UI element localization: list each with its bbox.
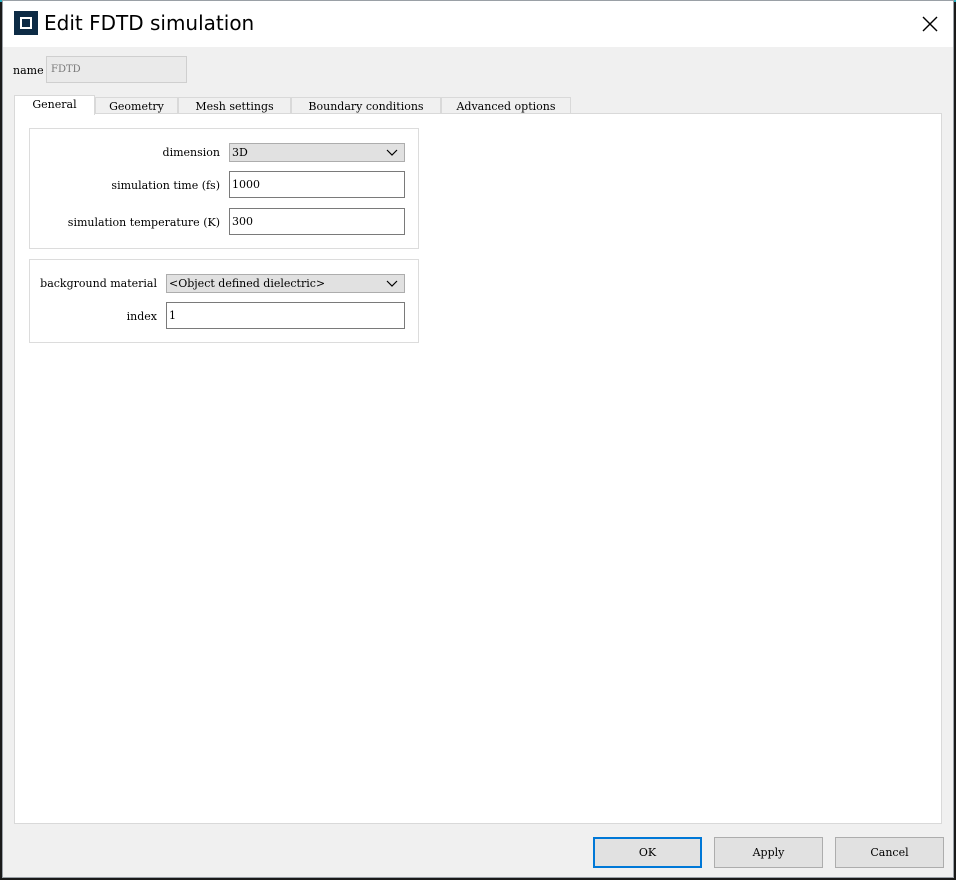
apply-button[interactable]: Apply: [714, 837, 823, 868]
name-label: name: [13, 64, 44, 77]
background-material-value: <Object defined dielectric>: [169, 277, 326, 290]
index-label: index: [126, 310, 157, 323]
tab-general[interactable]: General: [14, 95, 95, 115]
simulation-time-label: simulation time (fs): [111, 179, 220, 192]
simulation-temperature-input[interactable]: [229, 208, 405, 235]
tab-advanced-options[interactable]: Advanced options: [441, 97, 571, 114]
window-title: Edit FDTD simulation: [44, 11, 255, 35]
background-material-label: background material: [40, 277, 157, 290]
dimension-value: 3D: [232, 146, 248, 159]
tab-geometry[interactable]: Geometry: [95, 97, 178, 114]
tab-mesh-settings[interactable]: Mesh settings: [178, 97, 291, 114]
background-material-group: background material <Object defined diel…: [29, 259, 419, 343]
chevron-down-icon: [386, 280, 398, 287]
name-input[interactable]: [46, 56, 187, 83]
simulation-temperature-label: simulation temperature (K): [67, 216, 220, 229]
edit-simulation-dialog: Edit FDTD simulation name General Geomet…: [2, 0, 954, 878]
close-button[interactable]: [915, 9, 945, 39]
title-bar: Edit FDTD simulation: [3, 1, 953, 47]
close-icon: [922, 16, 938, 32]
simulation-settings-group: dimension 3D simulation time (fs) simula…: [29, 128, 419, 249]
app-icon: [14, 11, 38, 35]
tab-panel-general: dimension 3D simulation time (fs) simula…: [14, 113, 942, 824]
chevron-down-icon: [386, 149, 398, 156]
dimension-label: dimension: [162, 146, 220, 159]
index-input[interactable]: [166, 302, 405, 329]
cancel-button[interactable]: Cancel: [835, 837, 944, 868]
ok-button[interactable]: OK: [593, 837, 702, 868]
background-material-select[interactable]: <Object defined dielectric>: [166, 274, 405, 293]
simulation-time-input[interactable]: [229, 171, 405, 198]
dimension-select[interactable]: 3D: [229, 143, 405, 162]
tab-boundary-conditions[interactable]: Boundary conditions: [291, 97, 441, 114]
